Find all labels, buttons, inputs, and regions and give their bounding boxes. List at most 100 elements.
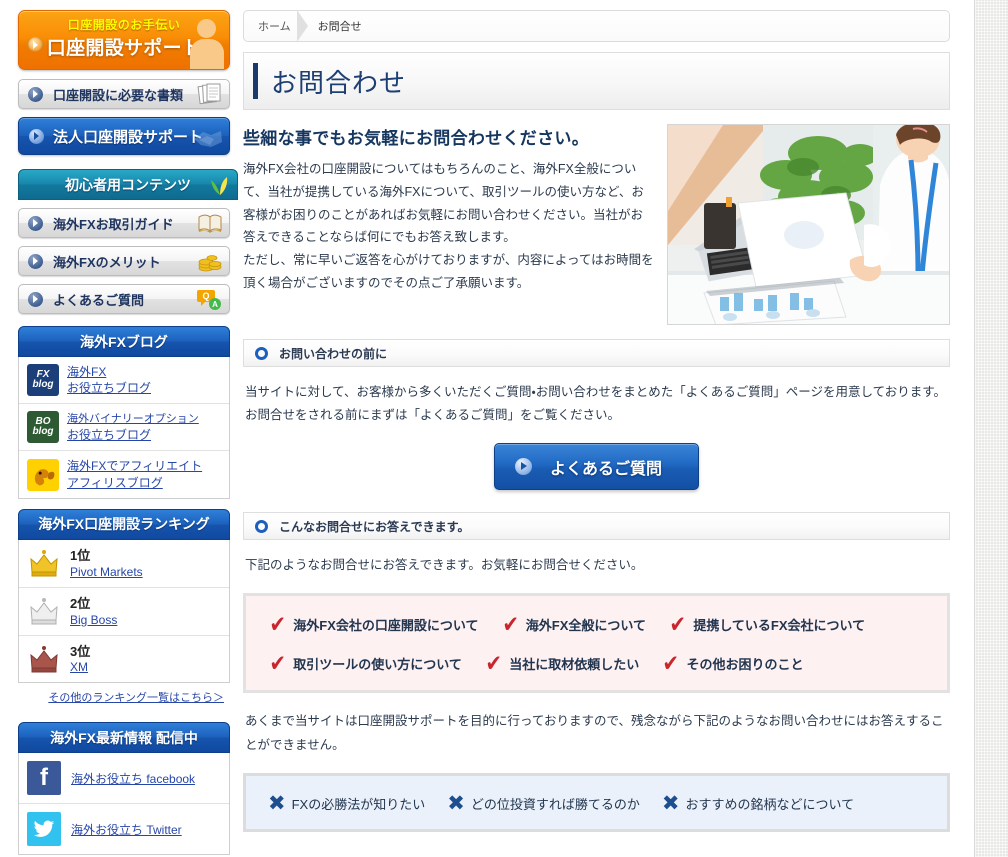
breadcrumb: ホーム お問合せ: [243, 10, 950, 42]
bo-blog-badge-icon: BO blog: [27, 411, 59, 444]
cannot-answer-item: ✖ FXの必勝法が知りたい: [268, 793, 425, 814]
sidebar: 口座開設のお手伝い 口座開設サポート 口座開設に必要な書類 法人口座開設サポート…: [0, 0, 243, 857]
section-can-body: 下記のようなお問合せにお答えできます。お気軽にお問合せください。: [245, 558, 644, 573]
section-cannot-body: あくまで当サイトは口座開設サポートを目的に行っておりますので、残念ながら下記のよ…: [245, 714, 944, 752]
ranking-more-wrap: その他のランキング一覧はこちら＞: [18, 683, 230, 712]
panel-beginner-content: 初心者用コンテンツ 海外FXお取引ガイド 海外FXのメリット よくあるご質問 Q…: [18, 169, 238, 314]
social-item-label: 海外お役立ち Twitter: [71, 822, 182, 837]
ranking-row-1[interactable]: 1位 Pivot Markets: [19, 540, 229, 588]
panel-body: 1位 Pivot Markets 2位 Big Boss 3位 XM: [18, 539, 230, 684]
cannot-answer-item: ✖ どの位投資すれば勝てるのか: [447, 793, 640, 814]
intro-heading: 些細な事でもお気軽にお問合わせください。: [243, 129, 589, 148]
blog-item-bo[interactable]: BO blog 海外バイナリーオプション お役立ちブログ: [19, 404, 229, 452]
ranking-row-2[interactable]: 2位 Big Boss: [19, 588, 229, 636]
panel-title: 海外FX口座開設ランキング: [38, 516, 210, 533]
intro-paragraph-2: ただし、常に早いご返答を心がけておりますが、内容によってはお時間を頂く場合がござ…: [243, 253, 654, 290]
ring-bullet-icon: [255, 346, 268, 360]
cannot-answer-label: どの位投資すれば勝てるのか: [470, 796, 640, 812]
can-answer-item: ✔ 取引ツールの使い方について: [268, 650, 462, 677]
handshake-icon: [194, 131, 222, 147]
can-answer-label: 取引ツールの使い方について: [293, 657, 462, 673]
blog-link-line2[interactable]: お役立ちブログ: [67, 380, 151, 396]
sidebar-item-label: 海外FXのメリット: [53, 254, 161, 270]
blog-item-fx[interactable]: FX blog 海外FX お役立ちブログ: [19, 357, 229, 405]
panel-header: 海外FXブログ: [18, 326, 230, 357]
intro-section: 些細な事でもお気軽にお問合わせください。 海外FX会社の口座開設についてはもちろ…: [243, 124, 950, 325]
sidebar-item-label: 法人口座開設サポート: [53, 128, 204, 146]
can-answer-item: ✔ その他お困りのこと: [661, 650, 804, 677]
breadcrumb-current: お問合せ: [317, 21, 362, 33]
blog-link-line2[interactable]: お役立ちブログ: [67, 427, 199, 443]
section-header-label: こんなお問合せにお答えできます。: [279, 519, 470, 534]
ring-bullet-icon: [255, 519, 268, 533]
ranking-broker-link[interactable]: Pivot Markets: [70, 565, 143, 579]
intro-paragraph-1: 海外FX会社の口座開設についてはもちろんのこと、海外FX全般について、当社が提携…: [243, 162, 644, 245]
sidebar-item-merits[interactable]: 海外FXのメリット: [18, 246, 230, 276]
twitter-icon: [27, 812, 61, 847]
panel-body: f 海外お役立ち facebook 海外お役立ち Twitter: [18, 753, 230, 856]
cannot-answer-box: ✖ FXの必勝法が知りたい ✖ どの位投資すれば勝てるのか ✖ おすすめの銘柄な…: [243, 772, 950, 832]
svg-text:Q: Q: [202, 291, 209, 301]
hero-photo-office-woman: [667, 124, 950, 325]
can-answer-label: 当社に取材依頼したい: [509, 657, 640, 673]
sidebar-item-faq[interactable]: よくあるご質問 Q A: [18, 284, 230, 314]
sidebar-hero-account-support[interactable]: 口座開設のお手伝い 口座開設サポート: [18, 10, 230, 70]
can-answer-label: 海外FX会社の口座開設について: [293, 618, 479, 634]
x-mark-icon: ✖: [268, 791, 286, 815]
cannot-answer-label: FXの必勝法が知りたい: [291, 796, 426, 812]
person-illustration-icon: [186, 17, 226, 69]
check-icon: ✔: [669, 611, 686, 638]
check-icon: ✔: [269, 650, 286, 677]
can-answer-label: 提携しているFX会社について: [693, 618, 866, 634]
check-icon: ✔: [269, 611, 286, 638]
sidebar-item-required-documents[interactable]: 口座開設に必要な書類: [18, 79, 230, 109]
panel-ranking: 海外FX口座開設ランキング 1位 Pivot Markets 2位 Big Bo…: [18, 508, 230, 713]
ranking-position: 1位: [70, 547, 91, 563]
blog-link-line2[interactable]: アフィリスブログ: [67, 475, 202, 491]
ranking-broker-link[interactable]: Big Boss: [70, 613, 117, 627]
cannot-answer-item: ✖ おすすめの銘柄などについて: [662, 793, 854, 814]
ranking-row-3[interactable]: 3位 XM: [19, 636, 229, 683]
cannot-answer-row-1: ✖ FXの必勝法が知りたい ✖ どの位投資すれば勝てるのか ✖ おすすめの銘柄な…: [268, 793, 927, 814]
blog-link-line1[interactable]: 海外FXでアフィリエイト: [67, 458, 202, 474]
sidebar-item-corporate-account-support[interactable]: 法人口座開設サポート: [18, 117, 230, 155]
arrow-circle-icon: [515, 458, 532, 476]
intro-text: 些細な事でもお気軽にお問合わせください。 海外FX会社の口座開設についてはもちろ…: [243, 124, 655, 325]
panel-header: 海外FX口座開設ランキング: [18, 508, 230, 540]
x-mark-icon: ✖: [447, 791, 465, 815]
ranking-position: 3位: [70, 643, 91, 659]
qa-bubble-icon: Q A: [197, 290, 221, 310]
panel-header: 海外FX最新情報 配信中: [18, 722, 230, 754]
can-answer-box: ✔ 海外FX会社の口座開設について ✔ 海外FX全般について ✔ 提携しているF…: [243, 593, 950, 694]
check-icon: ✔: [662, 650, 680, 677]
can-answer-item: ✔ 提携しているFX会社について: [668, 613, 865, 636]
cannot-answer-label: おすすめの銘柄などについて: [685, 796, 855, 812]
faq-button[interactable]: よくあるご質問: [494, 443, 699, 491]
ranking-position: 2位: [70, 595, 91, 611]
sidebar-item-trading-guide[interactable]: 海外FXお取引ガイド: [18, 208, 230, 238]
section-header-before-contact: お問い合わせの前に: [243, 339, 950, 367]
open-book-icon: [198, 214, 222, 233]
sidebar-item-label: 海外FXお取引ガイド: [53, 216, 174, 232]
check-icon: ✔: [485, 650, 502, 677]
fx-blog-badge-icon: FX blog: [27, 364, 59, 397]
social-item-twitter[interactable]: 海外お役立ち Twitter: [19, 804, 229, 854]
blog-link-line1[interactable]: 海外FX: [67, 364, 151, 380]
blog-item-affiliate[interactable]: 海外FXでアフィリエイト アフィリスブログ: [19, 451, 229, 497]
page-root: 口座開設のお手伝い 口座開設サポート 口座開設に必要な書類 法人口座開設サポート…: [0, 0, 975, 857]
ranking-broker-link[interactable]: XM: [70, 660, 90, 674]
breadcrumb-home[interactable]: ホーム: [258, 18, 297, 34]
svg-text:A: A: [212, 300, 218, 309]
faq-button-label: よくあるご質問: [550, 460, 663, 478]
blog-item-links: 海外FXでアフィリエイト アフィリスブログ: [67, 458, 202, 490]
panel-social: 海外FX最新情報 配信中 f 海外お役立ち facebook 海外お役立ち Tw…: [18, 722, 230, 856]
title-accent-bar: [253, 63, 258, 99]
arrow-circle-icon: [28, 253, 43, 269]
blog-item-links: 海外バイナリーオプション お役立ちブログ: [67, 412, 199, 443]
blog-link-line1[interactable]: 海外バイナリーオプション: [67, 412, 199, 427]
facebook-icon: f: [27, 761, 61, 796]
arrow-circle-icon: [29, 128, 44, 144]
can-answer-label: 海外FX全般について: [525, 618, 647, 634]
social-item-facebook[interactable]: f 海外お役立ち facebook: [19, 753, 229, 805]
ranking-more-link[interactable]: その他のランキング一覧はこちら＞: [48, 692, 224, 704]
